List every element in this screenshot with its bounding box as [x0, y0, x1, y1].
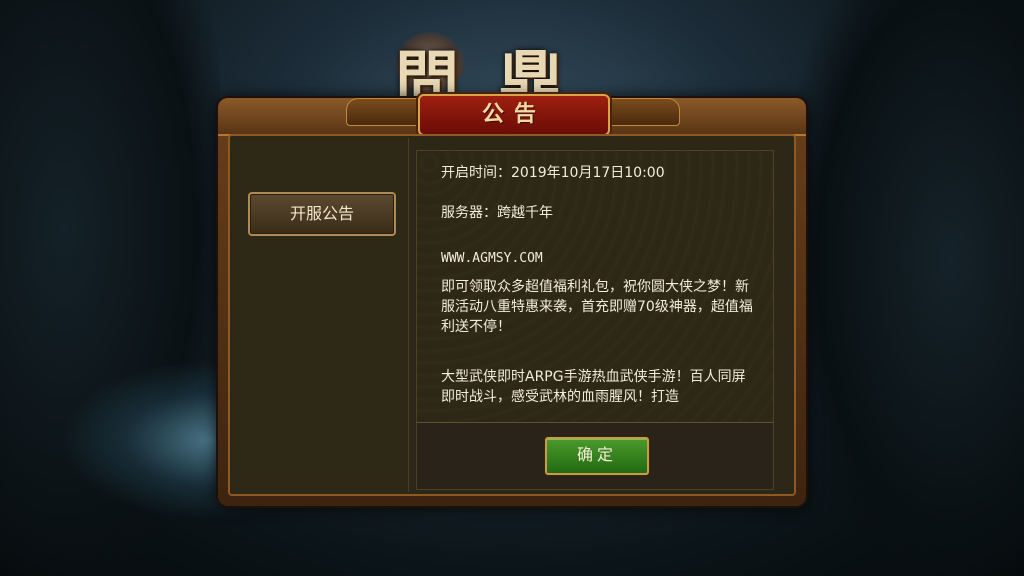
promo-text: 即可领取众多超值福利礼包，祝你圆大侠之梦！新服活动八重特惠来袭，首充即赠70级神…: [441, 279, 753, 335]
title-wing-right: [598, 98, 680, 126]
website-text: WWW.AGMSY.COM: [441, 251, 543, 266]
announcement-sidebar: 开服公告: [232, 138, 409, 492]
open-time-text: 开启时间：2019年10月17日10:00: [441, 165, 665, 181]
tab-server-open-notice[interactable]: 开服公告: [248, 192, 396, 236]
dialog-footer: 确定: [416, 422, 774, 490]
announcement-content[interactable]: 开启时间：2019年10月17日10:00 服务器：跨越千年 WWW.AGMSY…: [416, 150, 774, 424]
announcement-text: 开启时间：2019年10月17日10:00 服务器：跨越千年 WWW.AGMSY…: [441, 163, 755, 407]
title-wing-left: [346, 98, 428, 126]
announcement-dialog: 公告 开服公告 开启时间：2019年10月17日10:00 服务器：跨越千年 W…: [218, 94, 806, 506]
dialog-title: 公告: [418, 94, 610, 136]
intro-text: 大型武侠即时ARPG手游热血武侠手游！百人同屏即时战斗，感受武林的血雨腥风！打造: [441, 369, 746, 405]
confirm-button[interactable]: 确定: [545, 437, 649, 475]
server-name-text: 服务器：跨越千年: [441, 205, 553, 221]
background-tree-right: [794, 0, 1024, 576]
